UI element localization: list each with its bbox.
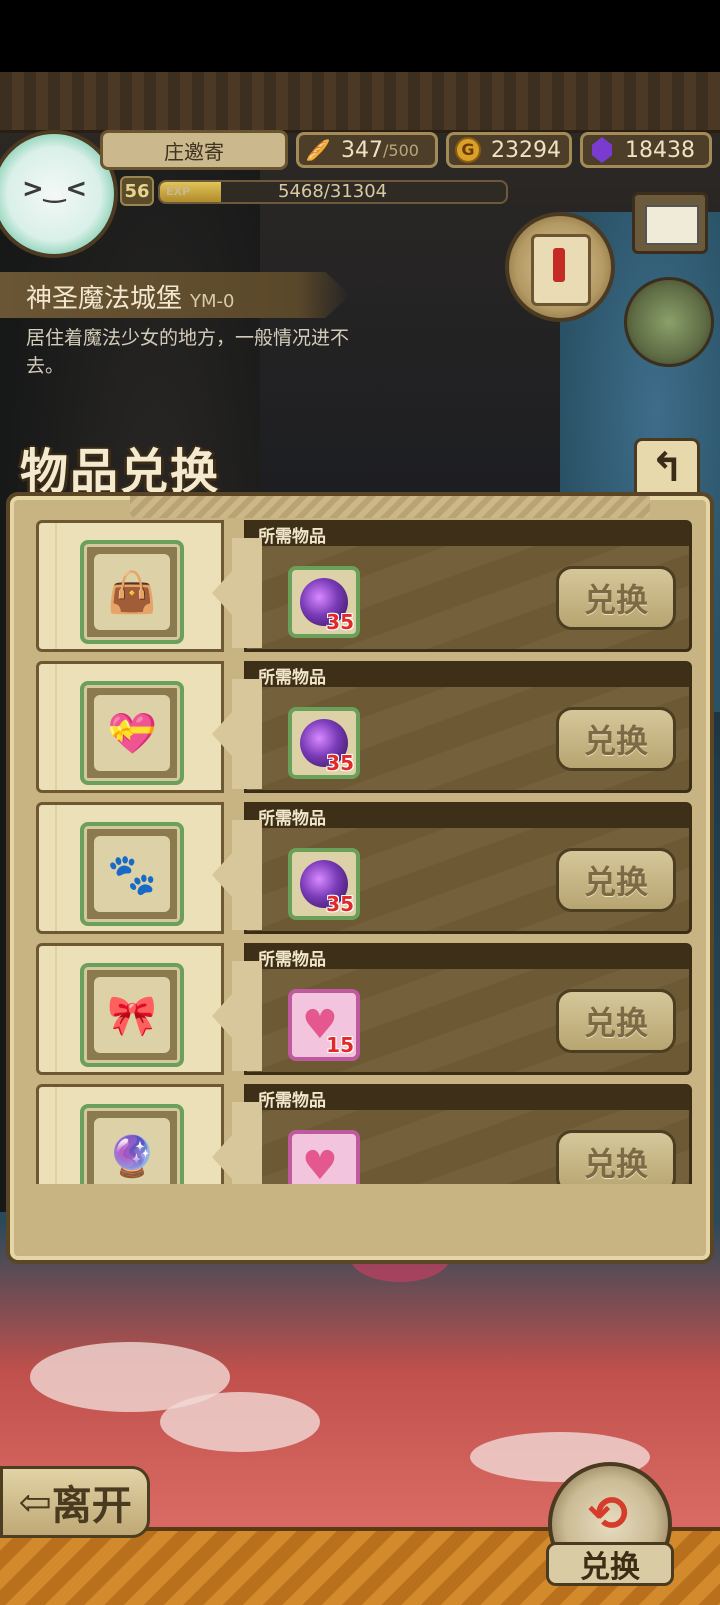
cat-paw-icon: 🐾 (94, 836, 170, 912)
player-level-badge: 56 (120, 176, 154, 206)
refresh-arrows-icon: ⟲ (588, 1486, 629, 1542)
exchange-button[interactable]: 兑换 (556, 707, 676, 771)
gold-counter[interactable]: G 23294 (446, 132, 572, 168)
gem-counter[interactable]: 18438 (580, 132, 712, 168)
location-title: 神圣魔法城堡 YM-0 (26, 278, 235, 315)
exp-label: EXP (166, 185, 191, 198)
player-name: 庄邀寄 (164, 139, 224, 164)
location-name: 神圣魔法城堡 (26, 284, 183, 314)
required-items-label: 所需物品 (258, 950, 326, 970)
envelope-icon (645, 205, 699, 245)
cloud (160, 1392, 320, 1452)
leave-button[interactable]: ⇦ 离开 (0, 1466, 150, 1538)
required-quantity: 35 (326, 751, 354, 775)
required-item[interactable]: ♥ (288, 1130, 360, 1184)
backpack-button[interactable] (624, 277, 714, 367)
top-wooden-bar (0, 72, 720, 133)
leave-label: 离开 (51, 1482, 132, 1529)
exchange-row: 所需物品 🔮 ♥ 兑换 (32, 1084, 696, 1184)
location-description: 居住着魔法少女的地方，一般情况进不去。 (26, 327, 350, 377)
gold-coin-icon: G (453, 135, 483, 165)
purple-orb-icon: 🔮 (94, 1118, 170, 1184)
quest-scroll-button[interactable] (505, 212, 615, 322)
required-items-label: 所需物品 (258, 809, 326, 829)
game-screen: >‿< 庄邀寄 56 EXP 5468/31304 🥖 347/500 G 23… (0, 72, 720, 1605)
purple-gem-icon (587, 135, 617, 165)
required-item[interactable]: 35 (288, 848, 360, 920)
exchange-row: 所需物品 👜 35 兑换 (32, 520, 696, 652)
stamina-value: 347 (341, 137, 383, 163)
exp-text: 5468/31304 (278, 181, 388, 202)
required-item[interactable]: 35 (288, 566, 360, 638)
exchange-button[interactable]: 兑换 (556, 1130, 676, 1184)
panel-stripe (130, 496, 650, 518)
reward-item[interactable]: 👜 (80, 540, 184, 644)
exp-bar: EXP 5468/31304 (158, 180, 508, 204)
required-quantity: 15 (326, 1033, 354, 1057)
gold-value: 23294 (491, 137, 561, 163)
location-code: YM-0 (190, 291, 235, 312)
exclamation-icon (553, 248, 565, 282)
exchange-main-label[interactable]: 兑换 (546, 1542, 674, 1586)
required-quantity: 35 (326, 610, 354, 634)
exchange-button[interactable]: 兑换 (556, 566, 676, 630)
shoulder-bag-icon: 👜 (94, 554, 170, 630)
required-items-label: 所需物品 (258, 527, 326, 547)
stamina-counter[interactable]: 🥖 347/500 (296, 132, 438, 168)
exchange-button[interactable]: 兑换 (556, 848, 676, 912)
heart-bow-wings-icon: 💝 (94, 695, 170, 771)
gem-value: 18438 (625, 137, 695, 163)
required-items-label: 所需物品 (258, 1091, 326, 1111)
required-item[interactable]: 35 (288, 707, 360, 779)
return-arrow-icon[interactable]: ↰ (634, 438, 700, 498)
reward-item[interactable]: 🐾 (80, 822, 184, 926)
heart-bow-tie-icon: 🎀 (94, 977, 170, 1053)
bread-icon: 🥖 (305, 138, 331, 162)
mail-button[interactable] (632, 192, 708, 254)
reward-item[interactable]: 🔮 (80, 1104, 184, 1184)
exchange-row: 所需物品 🎀 ♥ 15 兑换 (32, 943, 696, 1075)
exchange-panel: 所需物品 👜 35 兑换 所需物品 💝 35 兑换 所需物品 🐾 35 兑换 所… (6, 492, 714, 1264)
pink-heart-crown-icon: ♥ (302, 1143, 338, 1184)
required-items-label: 所需物品 (258, 668, 326, 688)
reward-item[interactable]: 🎀 (80, 963, 184, 1067)
reward-item[interactable]: 💝 (80, 681, 184, 785)
required-item[interactable]: ♥ 15 (288, 989, 360, 1061)
exchange-row: 所需物品 🐾 35 兑换 (32, 802, 696, 934)
player-level: 56 (124, 180, 150, 202)
stamina-max: /500 (383, 140, 419, 160)
left-arrow-icon: ⇦ (18, 1478, 52, 1526)
avatar-face: >‿< (22, 174, 88, 204)
required-quantity: 35 (326, 892, 354, 916)
player-name-plate: 庄邀寄 (100, 130, 288, 170)
exchange-button[interactable]: 兑换 (556, 989, 676, 1053)
exchange-list[interactable]: 所需物品 👜 35 兑换 所需物品 💝 35 兑换 所需物品 🐾 35 兑换 所… (32, 520, 696, 1184)
exchange-row: 所需物品 💝 35 兑换 (32, 661, 696, 793)
